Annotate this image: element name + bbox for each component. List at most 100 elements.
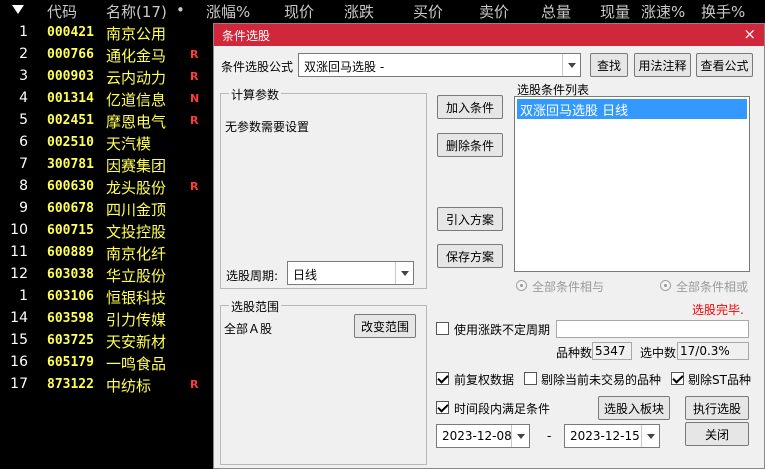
col-volume[interactable]: 总量 [541, 1, 571, 22]
exclude-untraded-checkbox[interactable] [524, 372, 537, 385]
stock-name: 因赛集团 [106, 157, 167, 175]
pre-adjust-label[interactable]: 前复权数据 [454, 371, 514, 388]
radio-and-label[interactable]: 全部条件相与 [532, 278, 604, 295]
table-row[interactable]: 15 603725 天安新材 [0, 330, 215, 352]
stock-code: 605179 [47, 355, 94, 370]
table-row[interactable]: 17 873122 中纺标 R [0, 374, 215, 396]
usage-button[interactable]: 用法注释 [634, 53, 691, 77]
view-formula-button[interactable]: 查看公式 [696, 53, 753, 77]
table-row[interactable]: 11 600889 南京化纤 [0, 242, 215, 264]
row-number: 17 [10, 376, 28, 392]
stock-flag: R [190, 70, 199, 83]
row-number: 2 [19, 46, 28, 62]
stock-name: 通化金马 [106, 47, 167, 65]
stock-flag: N [190, 92, 200, 105]
radio-or-label[interactable]: 全部条件相或 [676, 278, 748, 295]
row-number: 6 [19, 134, 28, 150]
chevron-down-icon[interactable] [562, 54, 580, 76]
row-number: 7 [19, 156, 28, 172]
col-turnover[interactable]: 换手% [701, 1, 745, 22]
pre-adjust-checkbox[interactable] [436, 372, 449, 385]
status-text: 选股完毕. [692, 303, 744, 317]
date-to-picker[interactable]: 2023-12-15 [564, 424, 660, 448]
col-name[interactable]: 名称(17) [106, 1, 167, 22]
row-number: 12 [10, 266, 28, 282]
sort-arrow-icon[interactable] [12, 5, 24, 14]
execute-button[interactable]: 执行选股 [685, 396, 749, 420]
table-row[interactable]: 2 000766 通化金马 R [0, 44, 215, 66]
stock-code: 000903 [47, 69, 94, 84]
col-change[interactable]: 涨跌 [344, 1, 374, 22]
stock-name: 中纺标 [106, 377, 152, 395]
table-row[interactable]: 1 000421 南京公用 [0, 22, 215, 44]
table-row[interactable]: 12 603038 华立股份 [0, 264, 215, 286]
radio-and[interactable] [516, 280, 527, 291]
table-row[interactable]: 6 002510 天汽模 [0, 132, 215, 154]
import-plan-button[interactable]: 引入方案 [437, 207, 503, 231]
col-ask[interactable]: 卖价 [479, 1, 509, 22]
table-row[interactable]: 7 300781 因赛集团 [0, 154, 215, 176]
table-row[interactable]: 8 600630 龙头股份 R [0, 176, 215, 198]
stock-flag: R [190, 378, 199, 391]
table-row[interactable]: 14 603598 引力传媒 [0, 308, 215, 330]
close-icon[interactable]: × [743, 25, 756, 43]
to-block-button[interactable]: 选股入板块 [598, 396, 670, 420]
col-price[interactable]: 现价 [284, 1, 314, 22]
range-value: 全部Ａ股 [224, 322, 273, 336]
col-bid[interactable]: 买价 [413, 1, 443, 22]
close-button[interactable]: 关闭 [685, 422, 749, 446]
stock-name: 引力传媒 [106, 311, 167, 329]
exclude-untraded-label[interactable]: 剔除当前未交易的品种 [541, 371, 661, 388]
table-row[interactable]: 4 001314 亿道信息 N [0, 88, 215, 110]
range-group: 选股范围 全部Ａ股 改变范围 [220, 298, 427, 465]
dialog-title-bar[interactable]: 条件选股 × [214, 24, 764, 46]
stock-screener-dialog: 条件选股 × 条件选股公式 双涨回马选股 - 查找 用法注释 查看公式 计算参数… [213, 23, 765, 469]
row-number: 8 [19, 178, 28, 194]
time-range-label[interactable]: 时间段内满足条件 [454, 400, 550, 417]
period-input[interactable] [556, 320, 749, 338]
use-period-checkbox[interactable] [436, 322, 449, 335]
date-from-picker[interactable]: 2023-12-08 [436, 424, 530, 448]
condition-list[interactable]: 双涨回马选股 日线 [514, 96, 750, 272]
table-row[interactable]: 9 600678 四川金顶 [0, 198, 215, 220]
chevron-down-icon[interactable] [641, 425, 659, 447]
formula-select[interactable]: 双涨回马选股 - [298, 53, 581, 77]
period-value: 日线 [293, 268, 318, 282]
col-change-pct[interactable]: 涨幅% [206, 1, 250, 22]
date-from-value: 2023-12-08 [442, 429, 512, 443]
chevron-down-icon[interactable] [395, 262, 413, 284]
add-condition-button[interactable]: 加入条件 [437, 95, 503, 119]
exclude-st-checkbox[interactable] [671, 372, 684, 385]
formula-label: 条件选股公式 [221, 60, 294, 74]
use-period-label[interactable]: 使用涨跌不定周期 [454, 321, 550, 338]
table-row[interactable]: 10 600715 文投控股 [0, 220, 215, 242]
table-row[interactable]: 16 605179 一鸣食品 [0, 352, 215, 374]
stock-code: 000766 [47, 47, 94, 62]
delete-condition-button[interactable]: 删除条件 [437, 133, 503, 157]
col-cur-volume[interactable]: 现量 [600, 1, 630, 22]
row-number: 10 [10, 222, 28, 238]
table-row[interactable]: 5 002451 摩恩电气 R [0, 110, 215, 132]
exclude-st-label[interactable]: 剔除ST品种 [688, 371, 751, 388]
stock-code: 603038 [47, 267, 94, 282]
col-code[interactable]: 代码 [47, 1, 77, 22]
save-plan-button[interactable]: 保存方案 [437, 244, 503, 268]
find-button[interactable]: 查找 [590, 53, 628, 77]
period-select[interactable]: 日线 [287, 261, 414, 285]
radio-or[interactable] [660, 280, 671, 291]
date-dash: - [547, 429, 552, 443]
chevron-down-icon[interactable] [511, 425, 529, 447]
table-row[interactable]: 1 603106 恒银科技 [0, 286, 215, 308]
stock-name: 天汽模 [106, 135, 152, 153]
col-speed[interactable]: 涨速% [641, 1, 685, 22]
stock-name: 南京化纤 [106, 245, 167, 263]
stock-code: 002451 [47, 113, 94, 128]
change-range-button[interactable]: 改变范围 [354, 314, 416, 338]
count-value: 5347 [592, 342, 632, 360]
stock-code: 603725 [47, 333, 94, 348]
list-item[interactable]: 双涨回马选股 日线 [517, 99, 747, 119]
stock-code: 873122 [47, 377, 94, 392]
table-row[interactable]: 3 000903 云内动力 R [0, 66, 215, 88]
params-text: 无参数需要设置 [225, 120, 310, 134]
time-range-checkbox[interactable] [436, 401, 449, 414]
